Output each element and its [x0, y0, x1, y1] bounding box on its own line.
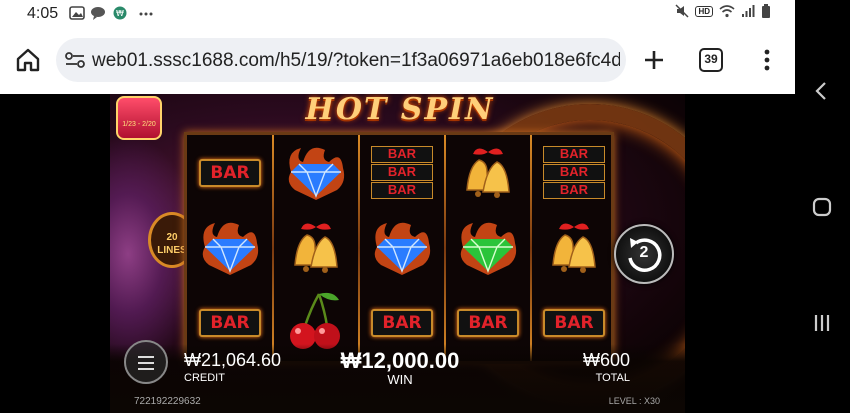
symbol-diamond-blue: [187, 210, 273, 285]
wifi-icon: [719, 5, 735, 18]
address-bar[interactable]: web01.sssc1688.com/h5/19/?token=1f3a0697…: [56, 38, 626, 82]
symbol-diamond-green: [445, 210, 531, 285]
menu-line: [138, 356, 154, 358]
symbol-bell: [273, 210, 359, 285]
menu-line: [138, 362, 154, 364]
hd-voice-icon: HD: [695, 5, 713, 17]
bar-label: BAR: [543, 146, 605, 163]
symbol-diamond-blue: [359, 210, 445, 285]
reel-divider: [272, 135, 274, 361]
back-icon[interactable]: [809, 78, 835, 104]
recents-icon[interactable]: [809, 310, 835, 336]
more-dots-icon: [139, 12, 153, 16]
system-navigation-bar: [795, 0, 850, 413]
win-label: WIN: [387, 372, 413, 387]
total-bet-value[interactable]: ₩600: [550, 350, 630, 371]
browser-menu-icon[interactable]: [760, 46, 774, 74]
reel-4: BAR: [445, 135, 531, 361]
promo-dates: 1/23 - 2/20: [122, 121, 156, 128]
home-nav-icon[interactable]: [809, 194, 835, 220]
home-icon[interactable]: [14, 46, 42, 74]
level-indicator: LEVEL : X30: [608, 396, 660, 406]
reel-window: BAR BAR BAR BAR BAR BAR BAR BAR BAR BAR BAR: [184, 132, 614, 364]
phone-screen: 4:05 ₩ HD web01.sssc1688.com/h5/19/?toke…: [0, 0, 850, 413]
promo-badge[interactable]: 1/23 - 2/20: [116, 96, 162, 140]
credit-value: ₩21,064.60: [184, 350, 282, 370]
bar-label: BAR: [199, 308, 261, 337]
game-bottom-bar: ₩21,064.60 CREDIT ₩12,000.00 WIN ₩600 TO…: [110, 340, 685, 413]
bar-label: BAR: [543, 182, 605, 199]
reel-divider: [444, 135, 446, 361]
game-menu-button[interactable]: [124, 340, 168, 384]
auto-spin-count: 2: [639, 244, 649, 261]
bar-label: BAR: [543, 308, 605, 337]
game-logo: HOT SPIN: [305, 94, 495, 127]
round-id: 722192229632: [134, 396, 201, 407]
status-bar: 4:05 ₩ HD: [0, 0, 795, 28]
site-settings-icon[interactable]: [64, 50, 86, 70]
mute-icon: [675, 4, 689, 18]
chat-icon: [91, 7, 105, 20]
new-tab-icon[interactable]: [640, 46, 668, 74]
reel-divider: [530, 135, 532, 361]
svg-text:₩: ₩: [116, 9, 124, 18]
reel-3: BAR BAR BAR BAR: [359, 135, 445, 361]
bar-label: BAR: [543, 164, 605, 181]
reel-5: BAR BAR BAR BAR: [531, 135, 617, 361]
reel-divider: [358, 135, 360, 361]
app-notification-icon: ₩: [113, 6, 127, 20]
total-bet-label: TOTAL: [595, 372, 630, 384]
signal-icon: [742, 5, 755, 17]
symbol-bell: [445, 135, 531, 210]
slot-game: HOT SPIN 1/23 - 2/20 20 LINES BAR BAR BAR B…: [110, 94, 685, 413]
reel-2: [273, 135, 359, 361]
browser-toolbar: web01.sssc1688.com/h5/19/?token=1f3a0697…: [0, 28, 795, 94]
clock: 4:05: [27, 5, 59, 22]
gallery-icon: [69, 6, 85, 20]
symbol-diamond-blue: [273, 135, 359, 210]
menu-line: [138, 368, 154, 370]
status-right: HD: [675, 4, 771, 18]
bar-label: BAR: [371, 182, 433, 199]
bar-label: BAR: [371, 308, 433, 337]
symbol-bar3: BAR BAR BAR: [531, 135, 617, 210]
win-value: ₩12,000.00: [340, 348, 460, 373]
spin-button[interactable]: 2: [614, 224, 674, 284]
reel-1: BAR BAR: [187, 135, 273, 361]
symbol-bar3: BAR BAR BAR: [359, 135, 445, 210]
bar-label: BAR: [457, 308, 519, 337]
credit-label: CREDIT: [184, 372, 225, 384]
tab-switcher-button[interactable]: 39: [699, 48, 723, 72]
battery-icon: [762, 4, 770, 18]
symbol-bell: [531, 210, 617, 285]
bar-label: BAR: [371, 164, 433, 181]
bar-label: BAR: [371, 146, 433, 163]
bar-label: BAR: [199, 158, 261, 187]
symbol-bar1: BAR: [187, 135, 273, 210]
url-text[interactable]: web01.sssc1688.com/h5/19/?token=1f3a0697…: [92, 50, 620, 72]
